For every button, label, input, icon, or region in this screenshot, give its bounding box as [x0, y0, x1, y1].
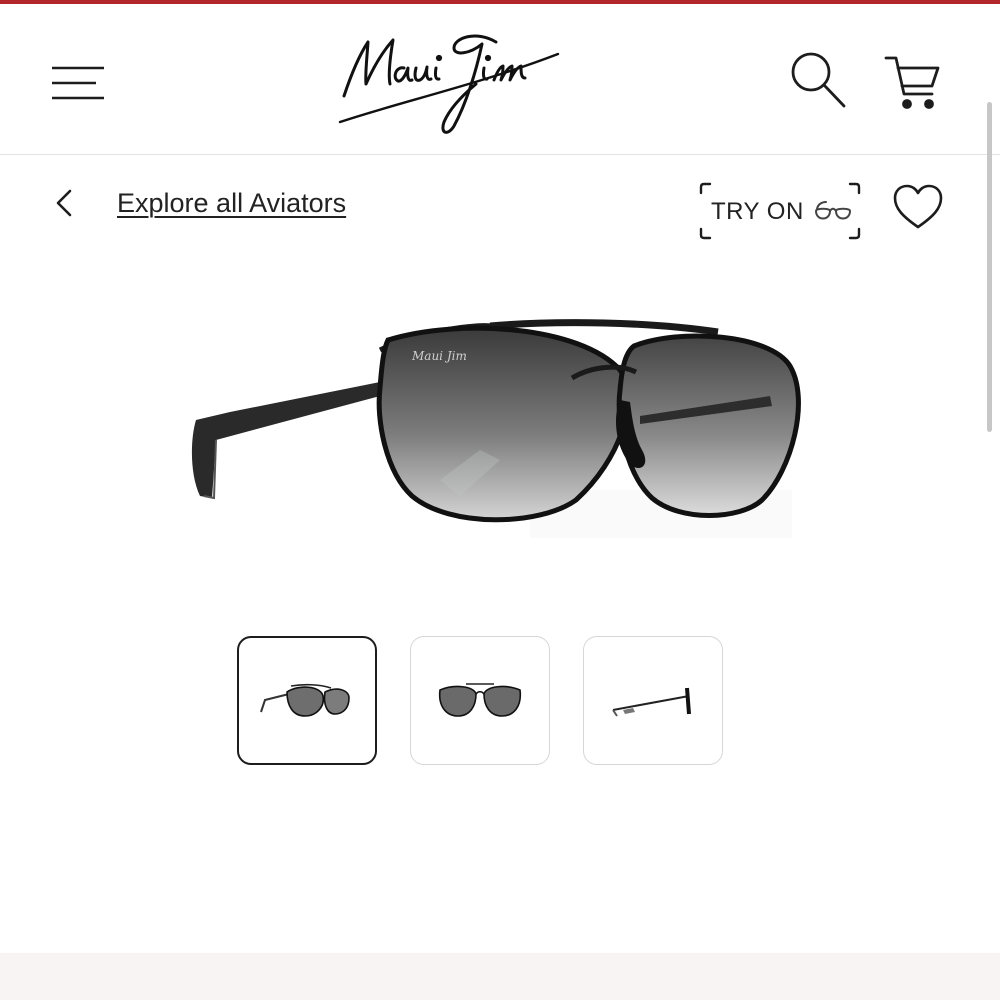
heart-icon [893, 184, 943, 229]
chevron-left-icon[interactable] [50, 183, 80, 223]
site-header [0, 4, 1000, 155]
thumbnail-strip [237, 636, 723, 765]
menu-button[interactable] [46, 60, 110, 110]
maui-jim-logo [338, 34, 560, 134]
thumbnail-image [260, 683, 350, 717]
thumbnail-side[interactable] [583, 636, 723, 765]
breadcrumb: Explore all Aviators [50, 178, 346, 228]
try-on-button[interactable]: TRY ON [698, 181, 862, 241]
aviator-sunglasses-image: Maui Jim [191, 319, 801, 538]
brand-logo[interactable] [330, 22, 570, 142]
try-on-label: TRY ON [711, 198, 804, 225]
thumbnail-front[interactable] [410, 636, 550, 765]
page-scrollbar[interactable] [987, 102, 992, 432]
cart-button[interactable] [880, 48, 946, 114]
hamburger-menu-icon [52, 66, 104, 100]
explore-all-aviators-link[interactable]: Explore all Aviators [117, 188, 346, 219]
footer-band [0, 953, 1000, 1000]
thumbnail-image [612, 687, 691, 717]
search-icon [791, 52, 846, 108]
shopping-cart-icon [884, 56, 940, 109]
product-main-image: Maui Jim [180, 300, 820, 540]
glasses-icon [814, 201, 852, 220]
wishlist-button[interactable] [890, 180, 946, 236]
svg-text:Maui Jim: Maui Jim [411, 349, 467, 363]
search-button[interactable] [784, 48, 850, 114]
thumbnail-image [438, 682, 522, 717]
thumbnail-three-quarter[interactable] [237, 636, 377, 765]
